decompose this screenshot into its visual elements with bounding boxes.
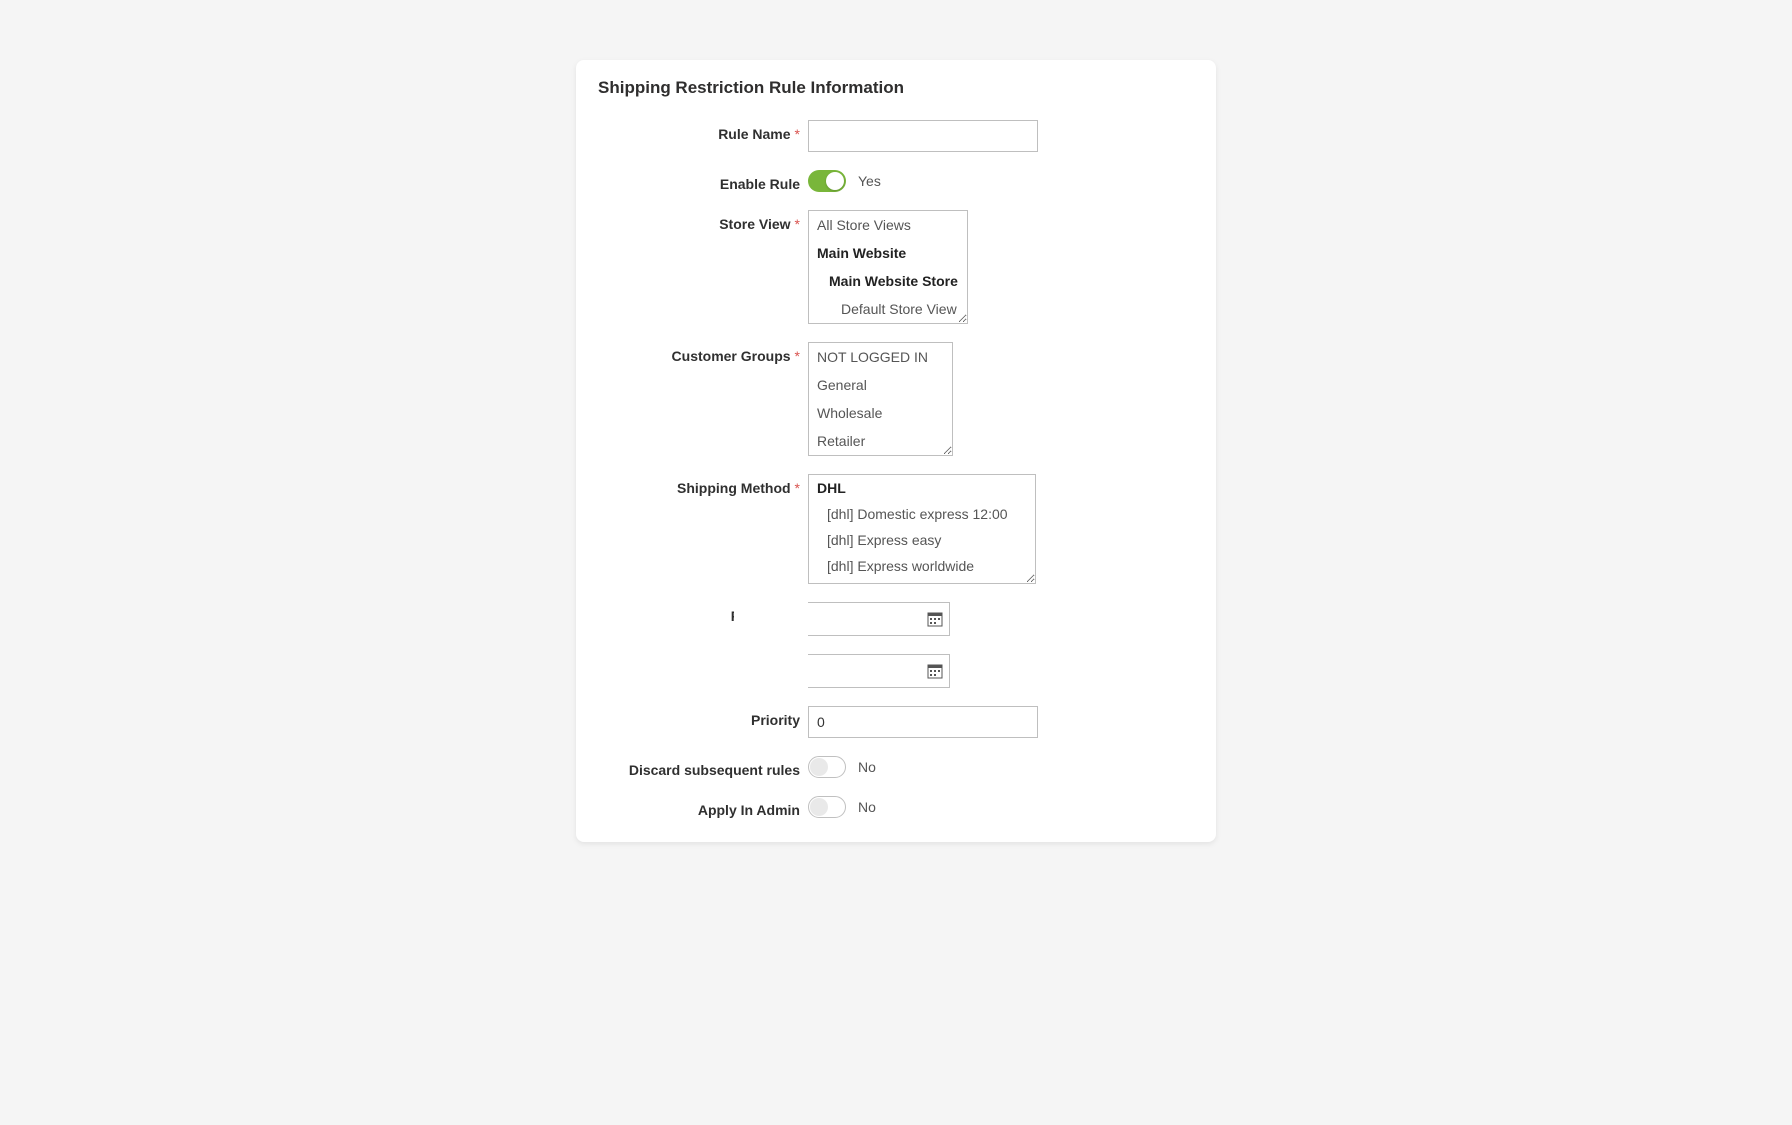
to-date-input[interactable] <box>734 655 927 687</box>
required-mark: * <box>795 216 800 232</box>
row-customer-groups: Customer Groups* NOT LOGGED INGeneralWho… <box>598 342 1194 456</box>
label-enable-rule: Enable Rule <box>598 170 808 192</box>
shipping-method-select[interactable]: DHL[dhl] Domestic express 12:00[dhl] Exp… <box>808 474 1036 584</box>
label-customer-groups: Customer Groups* <box>598 342 808 364</box>
store-view-option[interactable]: Main Website Store <box>809 267 967 295</box>
label-customer-groups-text: Customer Groups <box>672 348 791 364</box>
store-view-option[interactable]: All Store Views <box>809 211 967 239</box>
calendar-icon[interactable] <box>927 610 943 628</box>
row-enable-rule: Enable Rule Yes <box>598 170 1194 192</box>
store-view-select[interactable]: All Store ViewsMain WebsiteMain Website … <box>808 210 968 324</box>
to-date-field <box>808 654 950 688</box>
row-apply-admin: Apply In Admin No <box>598 796 1194 818</box>
shipping-method-option[interactable]: [dhl] Domestic express 12:00 <box>809 501 1035 527</box>
customer-group-option[interactable]: Retailer <box>809 427 952 455</box>
from-date-input[interactable] <box>734 603 927 635</box>
discard-value: No <box>858 759 876 775</box>
required-mark: * <box>795 348 800 364</box>
shipping-method-option[interactable]: DHL <box>809 475 1035 501</box>
enable-rule-toggle[interactable] <box>808 170 846 192</box>
row-discard: Discard subsequent rules No <box>598 756 1194 778</box>
label-apply-admin: Apply In Admin <box>598 796 808 818</box>
required-mark: * <box>795 480 800 496</box>
customer-group-option[interactable]: General <box>809 371 952 399</box>
shipping-method-option[interactable]: [dhl] Express worldwide <box>809 553 1035 579</box>
label-rule-name: Rule Name * <box>598 120 808 142</box>
customer-group-option[interactable]: NOT LOGGED IN <box>809 343 952 371</box>
label-store-view-text: Store View <box>719 216 790 232</box>
calendar-icon[interactable] <box>927 662 943 680</box>
from-date-field <box>808 602 950 636</box>
row-rule-name: Rule Name * <box>598 120 1194 152</box>
discard-toggle[interactable] <box>808 756 846 778</box>
apply-admin-value: No <box>858 799 876 815</box>
row-priority: Priority <box>598 706 1194 738</box>
enable-rule-value: Yes <box>858 173 881 189</box>
label-store-view: Store View * <box>598 210 808 232</box>
label-rule-name-text: Rule Name <box>718 126 790 142</box>
required-mark: * <box>795 126 800 142</box>
row-store-view: Store View * All Store ViewsMain WebsiteM… <box>598 210 1194 324</box>
priority-input[interactable] <box>808 706 1038 738</box>
shipping-method-option[interactable]: [dhl] Express easy <box>809 527 1035 553</box>
customer-groups-select[interactable]: NOT LOGGED INGeneralWholesaleRetailer <box>808 342 953 456</box>
apply-admin-toggle[interactable] <box>808 796 846 818</box>
panel-title: Shipping Restriction Rule Information <box>598 78 1194 98</box>
store-view-option[interactable]: Default Store View <box>809 295 967 323</box>
row-to-date: To Date <box>598 654 1194 688</box>
shipping-restriction-panel: Shipping Restriction Rule Information Ru… <box>576 60 1216 842</box>
rule-name-input[interactable] <box>808 120 1038 152</box>
customer-group-option[interactable]: Wholesale <box>809 399 952 427</box>
label-priority: Priority <box>598 706 808 728</box>
row-from-date: From Date <box>598 602 1194 636</box>
store-view-option[interactable]: Main Website <box>809 239 967 267</box>
label-shipping-method: Shipping Method* <box>598 474 808 496</box>
row-shipping-method: Shipping Method* DHL[dhl] Domestic expre… <box>598 474 1194 584</box>
label-shipping-method-text: Shipping Method <box>677 480 791 496</box>
label-discard: Discard subsequent rules <box>598 756 808 778</box>
